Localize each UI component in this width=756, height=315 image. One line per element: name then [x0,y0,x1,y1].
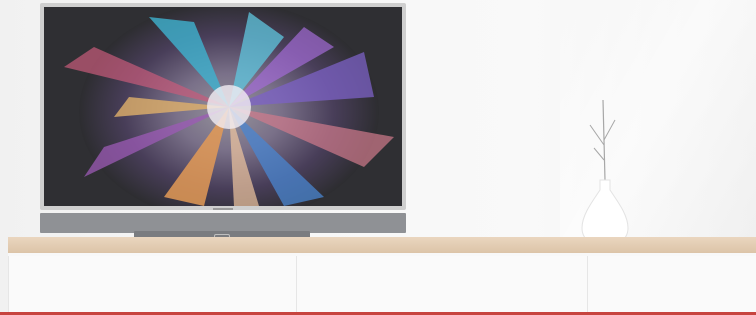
color-burst-image [44,7,402,206]
sideboard-door-right [587,256,756,315]
soundbar [40,213,406,233]
sideboard-top [8,237,756,253]
tv-screen [44,7,402,206]
sideboard-door-left [8,256,296,315]
television [40,3,406,233]
tv-brand-mark [213,208,233,210]
vase-icon [581,99,629,245]
sideboard-door-middle [296,256,587,315]
product-scene [0,0,756,315]
